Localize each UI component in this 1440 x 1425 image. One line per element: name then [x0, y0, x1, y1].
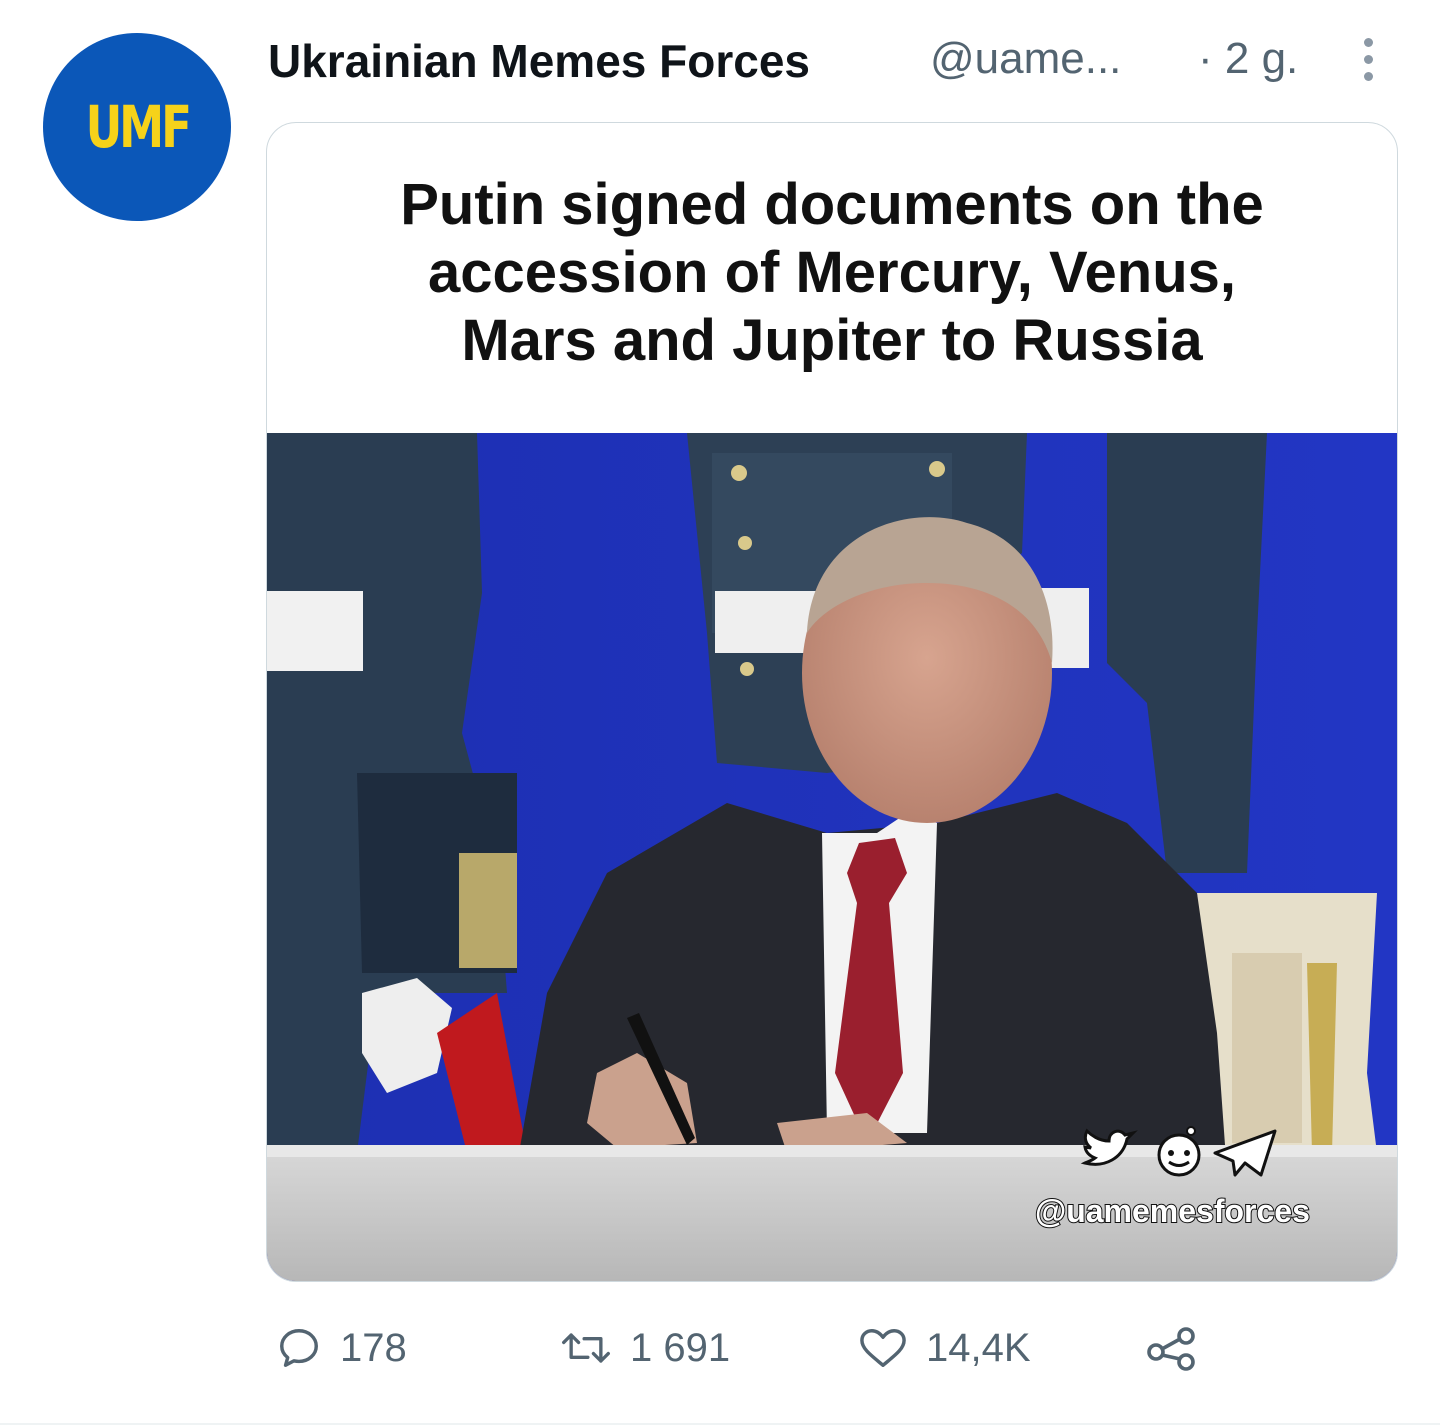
avatar-logo-text: UMF — [85, 93, 191, 161]
share-button[interactable] — [1144, 1318, 1200, 1378]
reddit-icon — [1157, 1126, 1201, 1177]
retweet-icon — [562, 1333, 610, 1363]
avatar[interactable]: UMF — [43, 33, 231, 221]
twitter-bird-icon — [1080, 1128, 1138, 1166]
more-options-icon[interactable] — [1358, 38, 1378, 86]
tweet-actions: 178 1 691 14,4K — [276, 1318, 1276, 1378]
meme-caption: Putin signed documents on the accession … — [267, 171, 1397, 375]
watermark-handle: @uamemesforces — [1034, 1192, 1311, 1230]
heart-icon — [860, 1329, 906, 1367]
reply-count: 178 — [340, 1325, 407, 1370]
retweet-count: 1 691 — [630, 1325, 731, 1370]
social-icons-watermark — [1080, 1126, 1277, 1177]
account-name[interactable]: Ukrainian Memes Forces — [268, 34, 810, 88]
caption-line: Putin signed documents on the — [400, 172, 1264, 237]
meme-photo[interactable]: @uamemesforces — [267, 433, 1397, 1281]
retweet-button[interactable]: 1 691 — [560, 1318, 730, 1378]
tweet-header: Ukrainian Memes Forces @uame... · 2 g. — [268, 34, 1420, 104]
account-handle[interactable]: @uame... — [930, 34, 1121, 84]
reply-button[interactable]: 178 — [276, 1318, 407, 1378]
reply-icon — [280, 1329, 318, 1367]
like-count: 14,4K — [926, 1325, 1031, 1370]
caption-line: accession of Mercury, Venus, — [427, 240, 1237, 305]
like-button[interactable]: 14,4K — [858, 1318, 1031, 1378]
tweet-timestamp[interactable]: · 2 g. — [1198, 34, 1298, 84]
media-card[interactable]: Putin signed documents on the accession … — [266, 122, 1398, 1282]
share-icon — [1147, 1327, 1195, 1371]
caption-line: Mars and Jupiter to Russia — [461, 308, 1203, 373]
telegram-icon — [1213, 1129, 1277, 1177]
